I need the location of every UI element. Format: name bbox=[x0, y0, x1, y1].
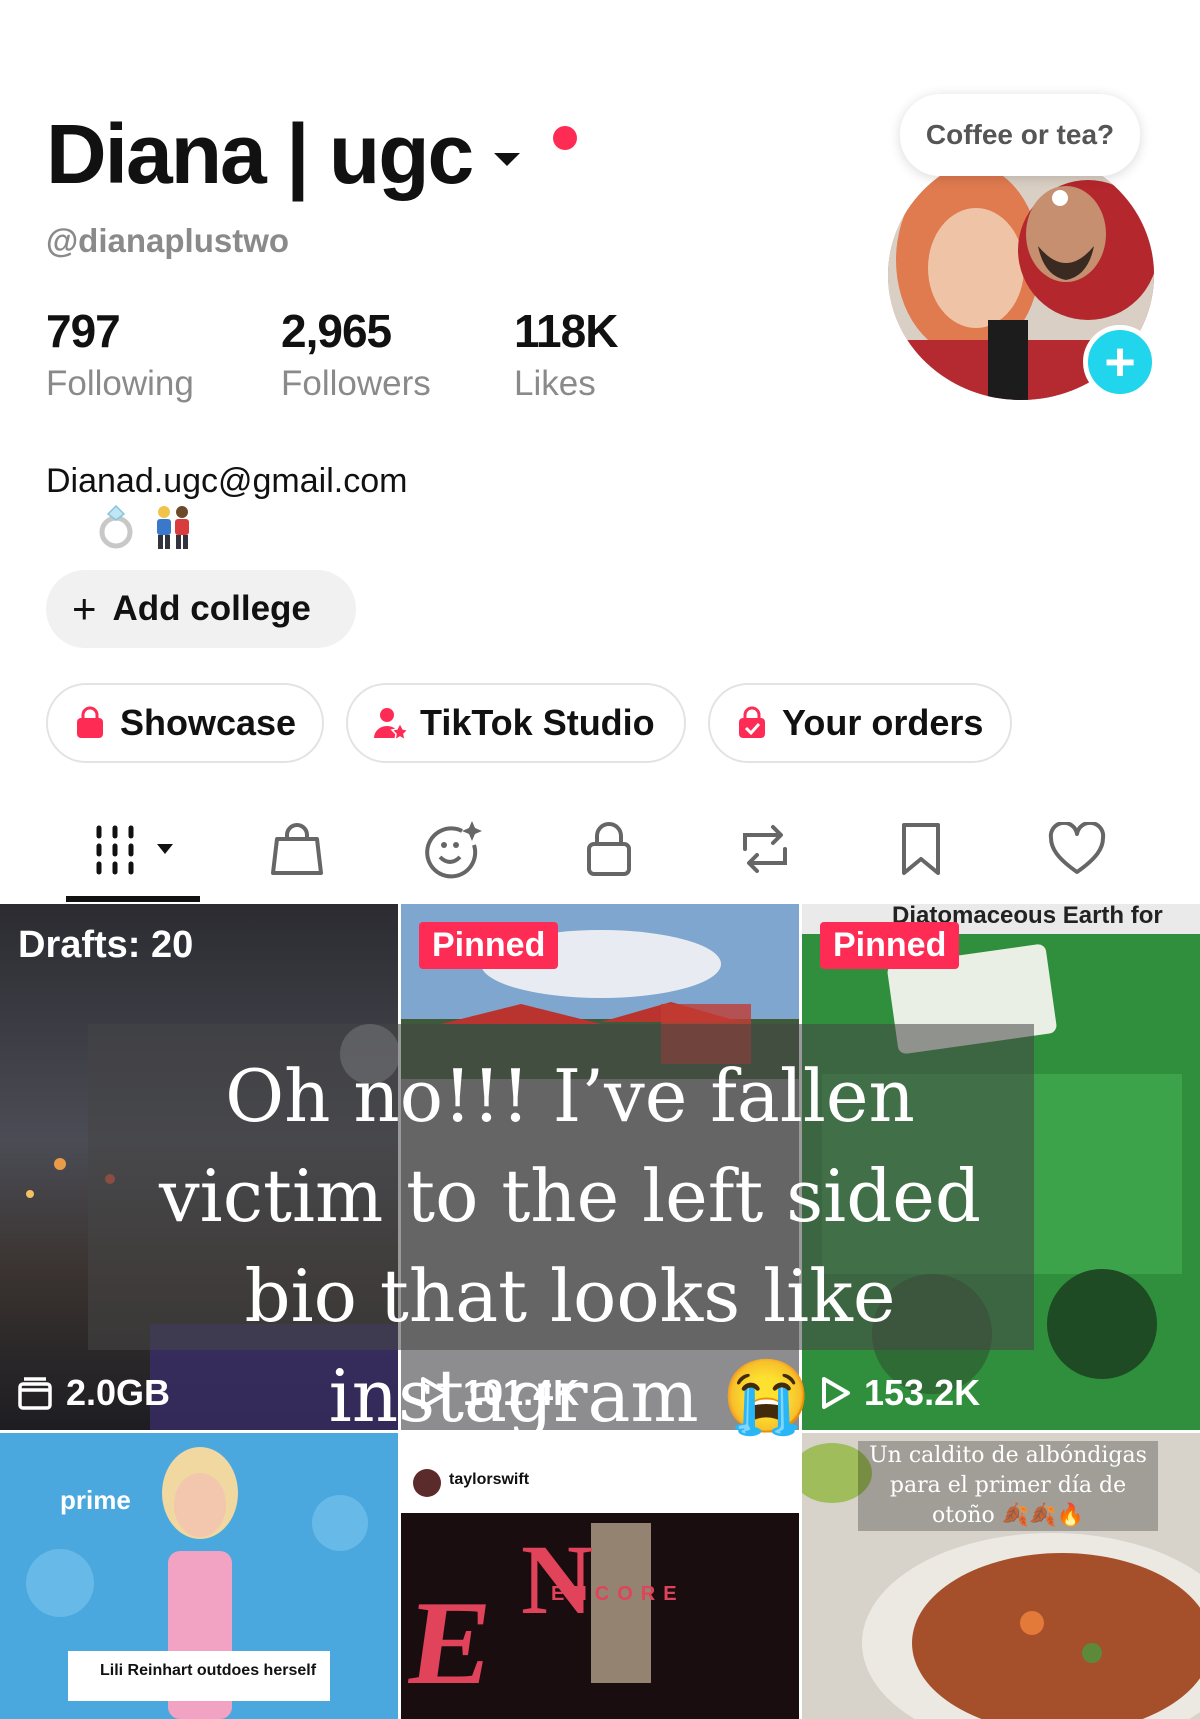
username: @dianaplustwo bbox=[46, 222, 290, 259]
tab-shop[interactable] bbox=[262, 818, 332, 880]
display-name: Diana | ugc bbox=[46, 107, 474, 201]
add-college-button[interactable]: + Add college bbox=[46, 570, 356, 648]
repost-icon bbox=[743, 825, 787, 873]
add-college-label: Add college bbox=[112, 589, 311, 628]
stat-value: 118K bbox=[514, 305, 618, 357]
plus-icon: + bbox=[72, 585, 97, 632]
tab-favorites[interactable] bbox=[886, 818, 956, 880]
creator-studio-icon bbox=[374, 708, 408, 741]
selected-tab-indicator bbox=[66, 896, 200, 902]
showcase-label: Showcase bbox=[120, 702, 297, 743]
orders-bag-icon bbox=[739, 706, 765, 738]
stat-label: Likes bbox=[514, 364, 596, 403]
drafts-count: Drafts: 20 bbox=[18, 924, 194, 966]
overlay-caption: Oh no!!! I’ve fallen victim to the left … bbox=[159, 1054, 981, 1438]
smiley-sparkle-icon bbox=[425, 821, 482, 879]
notification-dot bbox=[553, 126, 577, 150]
bio-emojis: 💍 👫 bbox=[99, 504, 189, 549]
svg-text:N: N bbox=[521, 1524, 593, 1635]
note-bubble-tail bbox=[1052, 190, 1068, 206]
profile-name-row[interactable]: Diana | ugc bbox=[46, 107, 521, 201]
video-tile[interactable]: prime Lili Reinhart outdoes herself bbox=[0, 1433, 398, 1719]
shopping-bag-icon bbox=[77, 706, 103, 738]
grid-icon bbox=[96, 825, 173, 875]
stat-label: Followers bbox=[281, 364, 431, 403]
prime-logo: prime bbox=[60, 1485, 131, 1515]
tiktok-studio-button[interactable]: TikTok Studio bbox=[346, 683, 686, 763]
thumbnail-caption: Lili Reinhart outdoes herself bbox=[99, 1662, 317, 1679]
video-tile[interactable]: E N taylorswift ENCORE bbox=[401, 1433, 799, 1719]
tab-private[interactable] bbox=[574, 818, 644, 880]
add-story-plus-icon[interactable]: + bbox=[1083, 325, 1157, 399]
showcase-button[interactable]: Showcase bbox=[46, 683, 324, 763]
tiktok-studio-label: TikTok Studio bbox=[420, 702, 655, 743]
stat-value: 797 bbox=[46, 305, 121, 357]
shopping-bag-icon bbox=[271, 823, 323, 875]
account-handle: taylorswift bbox=[449, 1471, 530, 1488]
drafts-folder-icon bbox=[18, 1377, 52, 1410]
video-tile[interactable]: Un caldito de albóndigas para el primer … bbox=[802, 1433, 1200, 1719]
pinned-badge: Pinned bbox=[419, 922, 559, 970]
lock-icon bbox=[587, 822, 631, 876]
stat-following[interactable]: 797 Following bbox=[46, 308, 194, 401]
chevron-down-icon[interactable] bbox=[494, 152, 521, 166]
profile-note-bubble[interactable]: Coffee or tea? bbox=[900, 94, 1140, 176]
profile-tab-bar bbox=[0, 800, 1200, 904]
stat-likes[interactable]: 118K Likes bbox=[514, 305, 618, 403]
stat-value: 2,965 bbox=[281, 305, 392, 357]
stat-followers[interactable]: 2,965 Followers bbox=[281, 308, 431, 401]
your-orders-label: Your orders bbox=[782, 702, 984, 743]
tab-reposts[interactable] bbox=[730, 818, 800, 880]
tab-videos[interactable] bbox=[86, 818, 186, 880]
avatar-container[interactable]: + bbox=[888, 150, 1157, 400]
thumbnail-title: ENCORE bbox=[551, 1583, 685, 1605]
thumbnail-caption: Un caldito de albóndigas para el primer … bbox=[858, 1441, 1158, 1531]
pinned-badge: Pinned bbox=[820, 922, 960, 970]
heart-icon bbox=[1048, 822, 1106, 874]
tab-ai-self[interactable] bbox=[418, 818, 488, 880]
tab-liked[interactable] bbox=[1042, 818, 1112, 880]
bookmark-icon bbox=[902, 823, 940, 875]
your-orders-button[interactable]: Your orders bbox=[708, 683, 1012, 763]
bio-text: Dianad.ugc@gmail.com bbox=[46, 462, 408, 500]
stat-label: Following bbox=[46, 364, 194, 403]
